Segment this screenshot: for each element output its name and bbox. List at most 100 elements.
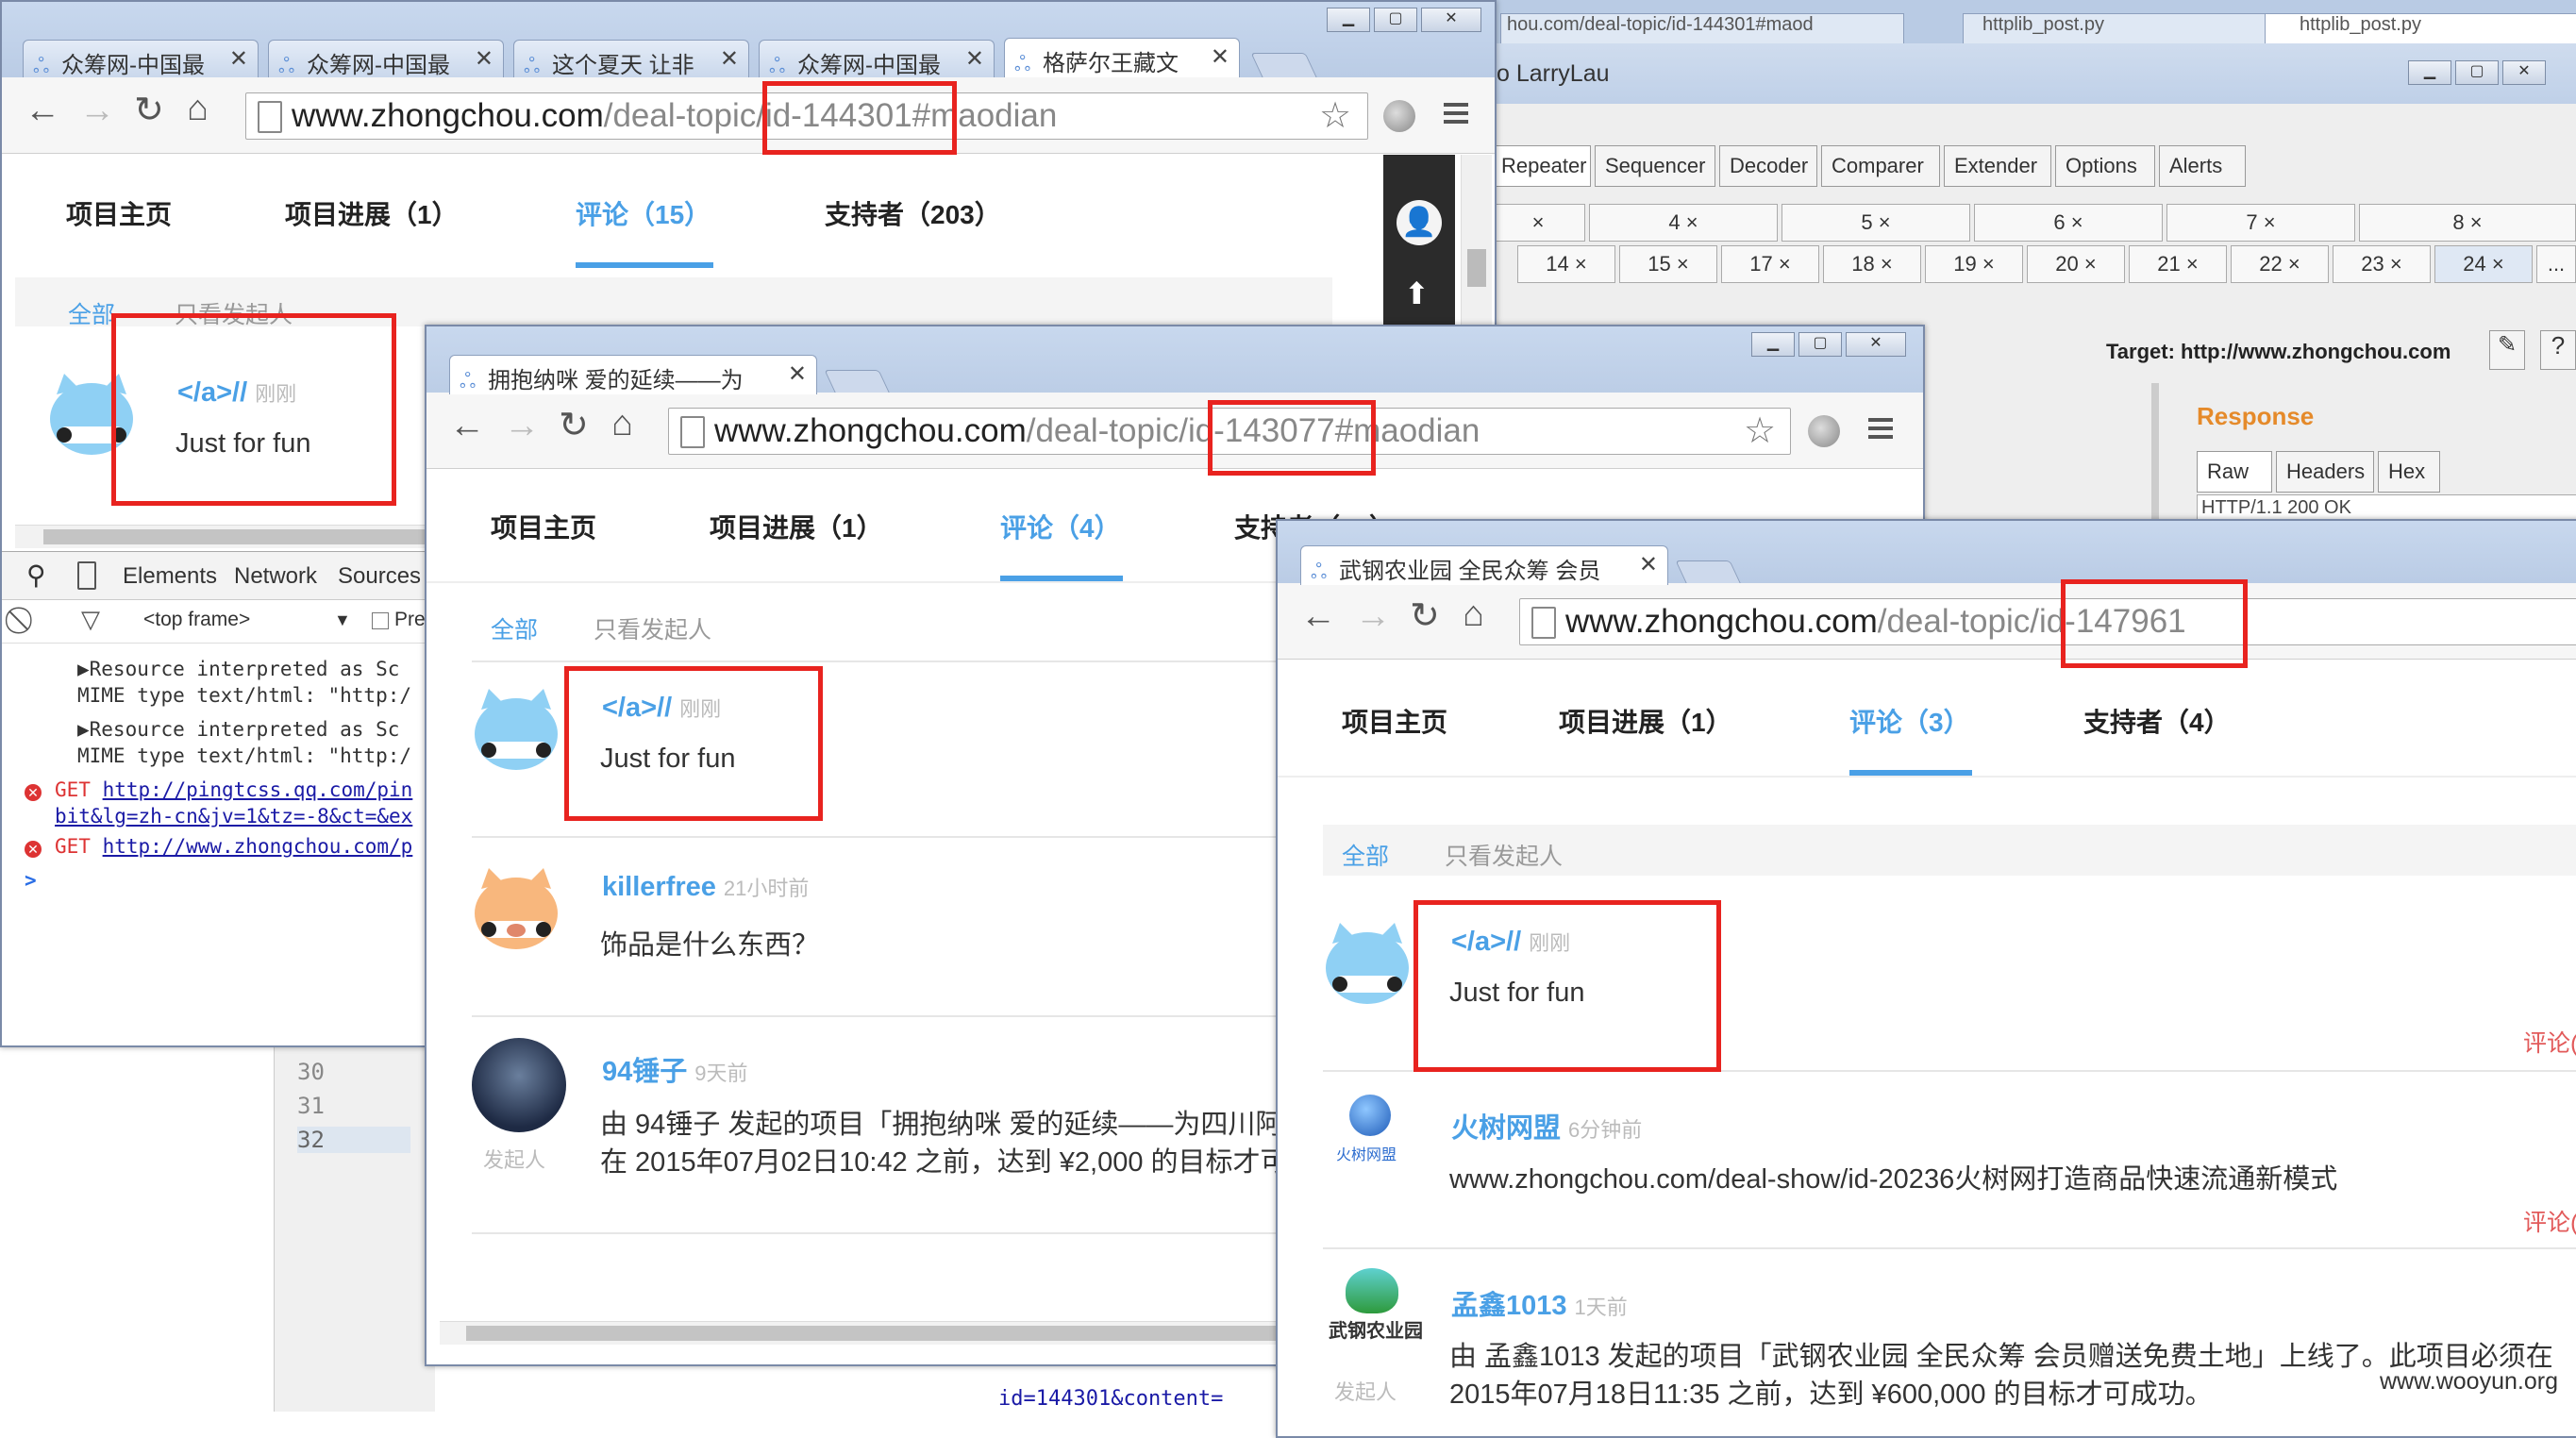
nav-comments[interactable]: 评论（3） <box>1849 702 1970 740</box>
error-url[interactable]: bit&lg=zh-cn&jv=1&tz=-8&ct=&ex <box>55 805 412 828</box>
error-url[interactable]: http://www.zhongchou.com/p <box>103 835 413 858</box>
nav-progress[interactable]: 项目进展（1） <box>285 194 459 232</box>
request-tab[interactable]: 23 × <box>2333 245 2431 283</box>
request-tab[interactable]: 14 × <box>1517 245 1615 283</box>
tab-raw[interactable]: Raw <box>2197 451 2272 493</box>
tab-4[interactable]: ஃ 众筹网-中国最 ✕ <box>759 40 995 77</box>
bookmark-star-icon[interactable]: ☆ <box>1744 410 1776 452</box>
request-tab[interactable]: 20 × <box>2027 245 2125 283</box>
maximize-icon[interactable]: ▢ <box>2455 60 2499 85</box>
reload-icon[interactable]: ↻ <box>134 89 164 131</box>
home-icon[interactable]: ⌂ <box>1463 594 1484 635</box>
forward-icon[interactable]: → <box>1355 596 1391 637</box>
request-tab[interactable]: 19 × <box>1925 245 2023 283</box>
request-tab[interactable]: 4 × <box>1589 204 1778 242</box>
request-tab[interactable]: 8 × <box>2359 204 2576 242</box>
scrollbar[interactable] <box>1461 155 1492 325</box>
globe-icon[interactable] <box>1808 415 1840 447</box>
horizontal-scrollbar[interactable] <box>440 1321 1383 1345</box>
close-icon[interactable]: ✕ <box>2502 60 2546 85</box>
close-tab-icon[interactable]: ✕ <box>788 360 807 388</box>
request-tab[interactable]: 21 × <box>2129 245 2227 283</box>
close-tab-icon[interactable]: ✕ <box>1639 551 1658 578</box>
address-bar[interactable]: www.zhongchou.com/deal-topic/id-147961 <box>1519 598 2576 645</box>
back-icon[interactable]: ← <box>25 91 60 131</box>
device-icon[interactable] <box>77 561 96 590</box>
forward-icon[interactable]: → <box>79 91 115 131</box>
nav-supporters[interactable]: 支持者（203） <box>825 194 1001 232</box>
minimize-icon[interactable]: ▁ <box>1751 332 1795 357</box>
nav-supporters[interactable]: 支持者（4） <box>2083 702 2231 740</box>
bg-tab[interactable]: hou.com/deal-topic/id-144301#maod <box>1500 13 1904 45</box>
home-icon[interactable]: ⌂ <box>611 404 633 444</box>
tab-options[interactable]: Options <box>2055 145 2155 187</box>
nav-comments[interactable]: 评论（15） <box>576 194 711 232</box>
console-prompt[interactable]: > <box>25 869 37 892</box>
new-tab-button[interactable] <box>1250 53 1318 79</box>
user-icon[interactable]: 👤 <box>1397 200 1442 245</box>
nav-comments[interactable]: 评论（4） <box>1000 508 1121 545</box>
tab-2[interactable]: ஃ 众筹网-中国最 ✕ <box>268 40 504 77</box>
reload-icon[interactable]: ↻ <box>1410 594 1440 637</box>
reply-link[interactable]: 评论( <box>2523 1204 2576 1238</box>
request-tab[interactable]: 6 × <box>1974 204 2163 242</box>
request-tab[interactable]: 7 × <box>2166 204 2355 242</box>
nav-project-home[interactable]: 项目主页 <box>66 194 172 232</box>
minimize-icon[interactable]: ▁ <box>2408 60 2451 85</box>
bg-tab[interactable]: httplib_post.py <box>1963 13 2285 45</box>
home-icon[interactable]: ⌂ <box>187 89 209 129</box>
request-tab[interactable]: 17 × <box>1721 245 1819 283</box>
nav-project-home[interactable]: 项目主页 <box>1342 702 1447 740</box>
tab-comparer[interactable]: Comparer <box>1821 145 1940 187</box>
forward-icon[interactable]: → <box>504 406 540 446</box>
close-tab-icon[interactable]: ✕ <box>965 45 984 73</box>
scrollbar-thumb[interactable] <box>466 1326 1315 1341</box>
maximize-icon[interactable]: ▢ <box>1374 8 1417 32</box>
filter-icon[interactable]: ▽ <box>81 605 100 634</box>
close-tab-icon[interactable]: ✕ <box>475 45 493 73</box>
tab-5-active[interactable]: ஃ 格萨尔王藏文 ✕ <box>1004 38 1240 77</box>
request-tab-active[interactable]: 24 × <box>2434 245 2533 283</box>
nav-project-home[interactable]: 项目主页 <box>491 508 596 545</box>
preserve-log-checkbox[interactable] <box>372 612 389 629</box>
globe-icon[interactable] <box>1383 100 1415 132</box>
minimize-icon[interactable]: ▁ <box>1327 8 1370 32</box>
tab-extender[interactable]: Extender <box>1944 145 2051 187</box>
request-tab[interactable]: × <box>1491 204 1585 242</box>
close-tab-icon[interactable]: ✕ <box>1211 43 1229 71</box>
pencil-icon[interactable]: ✎ <box>2489 330 2525 370</box>
back-icon[interactable]: ← <box>449 406 485 446</box>
devtools-tab-elements[interactable]: Elements <box>123 563 217 590</box>
request-tab[interactable]: 15 × <box>1619 245 1717 283</box>
close-icon[interactable]: ✕ <box>1846 332 1906 357</box>
filter-owner[interactable]: 只看发起人 <box>594 617 711 644</box>
close-icon[interactable]: ✕ <box>1421 8 1481 32</box>
scrollbar-thumb[interactable] <box>1467 249 1486 287</box>
close-tab-icon[interactable]: ✕ <box>720 45 739 73</box>
request-tab[interactable]: 5 × <box>1781 204 1970 242</box>
request-tab[interactable]: 18 × <box>1823 245 1921 283</box>
frame-select[interactable]: <top frame> <box>143 609 250 631</box>
bookmark-star-icon[interactable]: ☆ <box>1319 94 1351 137</box>
tab-active[interactable]: ஃ 武钢农业园 全民众筹 会员 ✕ <box>1300 545 1668 585</box>
commenter-name[interactable]: killerfree 21小时前 <box>602 872 809 903</box>
help-icon[interactable]: ? <box>2540 330 2576 370</box>
reload-icon[interactable]: ↻ <box>559 404 589 446</box>
maximize-icon[interactable]: ▢ <box>1798 332 1842 357</box>
commenter-name[interactable]: 94锤子 9天前 <box>602 1049 748 1089</box>
request-tab-more[interactable]: ... <box>2536 245 2576 283</box>
close-tab-icon[interactable]: ✕ <box>229 45 248 73</box>
scrollbar-thumb[interactable] <box>43 529 430 544</box>
menu-icon[interactable] <box>1868 413 1893 443</box>
tab-active[interactable]: ஃ 拥抱纳咪 爱的延续——为 ✕ <box>449 355 817 394</box>
chevron-down-icon[interactable]: ▼ <box>334 610 351 630</box>
horizontal-scrollbar[interactable] <box>15 525 430 548</box>
tab-sequencer[interactable]: Sequencer <box>1595 145 1715 187</box>
filter-all[interactable]: 全部 <box>491 617 538 644</box>
commenter-name[interactable]: 孟鑫1013 1天前 <box>1451 1283 1628 1323</box>
back-to-top-icon[interactable]: ⬆ <box>1404 276 1430 311</box>
filter-all[interactable]: 全部 <box>1342 844 1389 870</box>
tab-alerts[interactable]: Alerts <box>2159 145 2246 187</box>
tab-headers[interactable]: Headers <box>2276 451 2374 493</box>
back-icon[interactable]: ← <box>1300 596 1336 637</box>
